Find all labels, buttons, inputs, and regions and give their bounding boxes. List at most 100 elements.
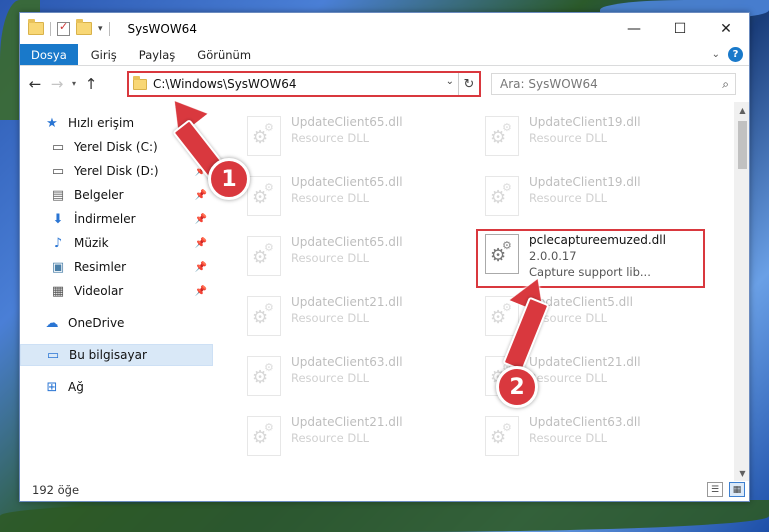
- address-path[interactable]: C:\Windows\SysWOW64: [153, 77, 297, 91]
- file-tile[interactable]: UpdateClient21.dll Resource DLL: [241, 412, 471, 464]
- dll-file-icon: [247, 296, 281, 336]
- tab-file[interactable]: Dosya: [20, 44, 78, 65]
- file-name: UpdateClient21.dll: [291, 295, 403, 309]
- chevron-down-icon[interactable]: ⌄: [446, 76, 454, 87]
- search-placeholder: Ara: SysWOW64: [500, 77, 598, 91]
- file-type: Resource DLL: [291, 311, 370, 325]
- pin-icon[interactable]: 📌: [195, 262, 207, 273]
- view-buttons: ☰ ▦: [707, 482, 745, 497]
- sidebar-item-music[interactable]: ♪ Müzik 📌: [20, 232, 213, 254]
- pin-icon[interactable]: 📌: [195, 214, 207, 225]
- search-icon[interactable]: ⌕: [722, 77, 729, 92]
- dll-file-icon: [247, 236, 281, 276]
- minimize-button[interactable]: —: [611, 13, 657, 44]
- file-tile[interactable]: UpdateClient63.dll Resource DLL: [479, 412, 709, 464]
- sidebar-item-pictures[interactable]: ▣ Resimler 📌: [20, 256, 213, 278]
- file-name: UpdateClient65.dll: [291, 175, 403, 189]
- sidebar-item-videos[interactable]: ▦ Videolar 📌: [20, 280, 213, 302]
- sidebar-item-label: Bu bilgisayar: [69, 348, 147, 362]
- tab-view[interactable]: Görünüm: [186, 44, 262, 65]
- file-name: UpdateClient21.dll: [529, 355, 641, 369]
- back-button[interactable]: ←: [24, 73, 46, 95]
- item-count: 192 öğe: [32, 483, 80, 497]
- vertical-scrollbar[interactable]: ▲ ▼: [734, 102, 749, 481]
- pin-icon[interactable]: 📌: [195, 238, 207, 249]
- star-icon: ★: [46, 115, 58, 131]
- sidebar-item-label: Belgeler: [74, 188, 124, 202]
- file-tile[interactable]: UpdateClient21.dll Resource DLL: [241, 292, 471, 344]
- divider: [108, 21, 110, 36]
- address-bar-highlight: C:\Windows\SysWOW64 ⌄ ↻: [127, 71, 481, 97]
- ribbon-right: ⌄ ?: [712, 47, 743, 62]
- video-icon: ▦: [51, 283, 65, 299]
- dll-file-icon: [485, 416, 519, 456]
- close-button[interactable]: ✕: [703, 13, 749, 44]
- file-type: Resource DLL: [529, 371, 608, 385]
- sidebar-item-label: Yerel Disk (C:): [74, 140, 158, 154]
- file-type: Resource DLL: [291, 191, 370, 205]
- dll-file-icon: [247, 416, 281, 456]
- dll-file-icon: [247, 116, 281, 156]
- file-name: UpdateClient19.dll: [529, 115, 641, 129]
- pictures-icon: ▣: [51, 259, 65, 275]
- content-area: ★ Hızlı erişim ▭ Yerel Disk (C:) 📌 ▭ Yer…: [20, 102, 749, 481]
- sidebar-item-downloads[interactable]: ⬇ İndirmeler 📌: [20, 208, 213, 230]
- background-leaf: [0, 500, 769, 532]
- divider: [50, 21, 51, 36]
- up-button[interactable]: ↑: [80, 73, 102, 95]
- sidebar-item-network[interactable]: ⊞ Ağ: [20, 376, 213, 398]
- forward-button[interactable]: →: [46, 73, 68, 95]
- address-bar[interactable]: C:\Windows\SysWOW64 ⌄: [129, 73, 458, 95]
- sidebar-item-label: Yerel Disk (D:): [74, 164, 159, 178]
- file-name: UpdateClient21.dll: [291, 415, 403, 429]
- file-tile[interactable]: UpdateClient65.dll Resource DLL: [241, 112, 471, 164]
- folder-icon[interactable]: [28, 19, 44, 35]
- scrollbar-thumb[interactable]: [738, 121, 747, 169]
- quick-access-toolbar: ▾ SysWOW64: [20, 13, 197, 44]
- maximize-button[interactable]: ☐: [657, 13, 703, 44]
- window-title: SysWOW64: [127, 21, 197, 36]
- file-type: Resource DLL: [529, 131, 608, 145]
- new-folder-icon[interactable]: [76, 19, 92, 35]
- file-name: UpdateClient63.dll: [529, 415, 641, 429]
- pin-icon[interactable]: 📌: [195, 190, 207, 201]
- large-icons-view-icon[interactable]: ▦: [729, 482, 745, 497]
- file-tile[interactable]: UpdateClient65.dll Resource DLL: [241, 232, 471, 284]
- search-input[interactable]: Ara: SysWOW64 ⌕: [491, 73, 736, 95]
- scroll-up-icon[interactable]: ▲: [734, 102, 749, 118]
- computer-icon: ▭: [46, 347, 60, 363]
- dll-file-icon: [247, 356, 281, 396]
- sidebar-item-label: OneDrive: [68, 316, 125, 330]
- download-icon: ⬇: [52, 211, 64, 227]
- music-icon: ♪: [53, 235, 63, 251]
- sidebar-item-documents[interactable]: ▤ Belgeler 📌: [20, 184, 213, 206]
- sidebar-item-disk-d[interactable]: ▭ Yerel Disk (D:) 📌: [20, 160, 213, 182]
- file-tile[interactable]: UpdateClient19.dll Resource DLL: [479, 172, 709, 224]
- tab-home[interactable]: Giriş: [80, 44, 128, 65]
- details-view-icon[interactable]: ☰: [707, 482, 723, 497]
- sidebar-item-this-pc[interactable]: ▭ Bu bilgisayar: [20, 344, 213, 366]
- pin-icon[interactable]: 📌: [195, 286, 207, 297]
- file-name: UpdateClient65.dll: [291, 235, 403, 249]
- folder-icon: [133, 75, 147, 90]
- title-bar: ▾ SysWOW64 — ☐ ✕: [20, 13, 749, 44]
- file-tile[interactable]: UpdateClient65.dll Resource DLL: [241, 172, 471, 224]
- drive-icon: ▭: [51, 139, 65, 155]
- cloud-icon: ☁: [45, 315, 59, 331]
- file-tile[interactable]: UpdateClient63.dll Resource DLL: [241, 352, 471, 404]
- file-type: Resource DLL: [291, 131, 370, 145]
- expand-ribbon-icon[interactable]: ⌄: [712, 49, 720, 60]
- sidebar-item-label: Hızlı erişim: [68, 116, 135, 130]
- properties-icon[interactable]: [57, 20, 70, 36]
- network-icon: ⊞: [46, 379, 58, 395]
- customize-toolbar-icon[interactable]: ▾: [98, 24, 103, 34]
- sidebar-item-label: Müzik: [74, 236, 109, 250]
- file-tile[interactable]: UpdateClient19.dll Resource DLL: [479, 112, 709, 164]
- recent-locations-icon[interactable]: ▾: [68, 79, 80, 88]
- sidebar-item-label: İndirmeler: [74, 212, 136, 226]
- tab-share[interactable]: Paylaş: [128, 44, 187, 65]
- sidebar-item-onedrive[interactable]: ☁ OneDrive: [20, 312, 213, 334]
- help-icon[interactable]: ?: [728, 47, 743, 62]
- status-bar: 192 öğe ☰ ▦: [20, 479, 749, 501]
- refresh-button[interactable]: ↻: [458, 73, 479, 95]
